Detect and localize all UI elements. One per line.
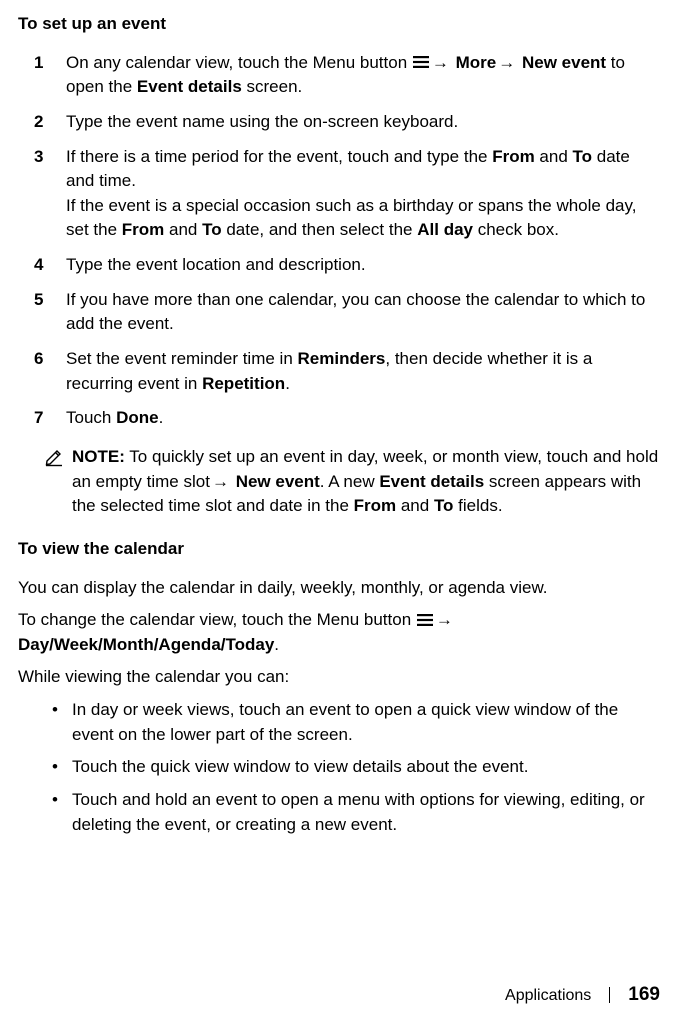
bold-more: More [456,53,497,72]
bold-done: Done [116,408,159,427]
step-text: . [159,408,164,427]
footer-separator [609,987,610,1003]
bold-from: From [354,496,397,515]
bold-view-options: Day/Week/Month/Agenda/Today [18,635,274,654]
paragraph: To change the calendar view, touch the M… [18,608,660,657]
arrow-icon: → [430,53,456,72]
step-5: 5 If you have more than one calendar, yo… [48,288,660,337]
step-2: 2 Type the event name using the on-scree… [48,110,660,135]
step-text: Type the event location and description. [66,255,366,274]
step-text: and [535,147,573,166]
page-container: To set up an event 1 On any calendar vie… [0,0,678,1027]
note-body: . A new [320,472,380,491]
bold-event-details: Event details [137,77,242,96]
arrow-icon: → [210,472,236,491]
steps-list: 1 On any calendar view, touch the Menu b… [18,51,660,431]
arrow-icon: → [496,53,522,72]
step-number: 4 [34,253,43,278]
paragraph: You can display the calendar in daily, w… [18,576,660,601]
step-number: 3 [34,145,43,170]
step-text: If there is a time period for the event,… [66,147,492,166]
pencil-note-icon [44,447,64,475]
bold-new-event: New event [236,472,320,491]
bold-from: From [122,220,165,239]
note-text: NOTE: To quickly set up an event in day,… [72,445,660,519]
bold-reminders: Reminders [298,349,386,368]
step-number: 1 [34,51,43,76]
bold-event-details: Event details [379,472,484,491]
bold-to: To [434,496,454,515]
note-body: fields. [453,496,502,515]
note-body: and [396,496,434,515]
step-number: 7 [34,406,43,431]
bold-to: To [202,220,222,239]
step-text: screen. [242,77,302,96]
step-text: date, and then select the [222,220,418,239]
step-text: If you have more than one calendar, you … [66,290,645,334]
step-4: 4 Type the event location and descriptio… [48,253,660,278]
list-item: Touch and hold an event to open a menu w… [52,788,660,837]
step-text: and [164,220,202,239]
note-block: NOTE: To quickly set up an event in day,… [44,445,660,519]
step-text: Type the event name using the on-screen … [66,112,458,131]
menu-icon [417,614,433,626]
heading-setup-event: To set up an event [18,12,660,37]
bold-all-day: All day [417,220,473,239]
step-text: check box. [473,220,559,239]
menu-icon [413,56,429,68]
step-number: 6 [34,347,43,372]
step-number: 5 [34,288,43,313]
step-1: 1 On any calendar view, touch the Menu b… [48,51,660,100]
bold-repetition: Repetition [202,374,285,393]
paragraph-text: To change the calendar view, touch the M… [18,610,416,629]
step-text: On any calendar view, touch the Menu but… [66,53,412,72]
bold-to: To [573,147,593,166]
arrow-icon: → [434,610,455,629]
bold-new-event: New event [522,53,606,72]
list-item: In day or week views, touch an event to … [52,698,660,747]
step-6: 6 Set the event reminder time in Reminde… [48,347,660,396]
list-item: Touch the quick view window to view deta… [52,755,660,780]
heading-view-calendar: To view the calendar [18,537,660,562]
footer-section: Applications [505,984,591,1007]
step-text: Touch [66,408,116,427]
step-7: 7 Touch Done. [48,406,660,431]
step-text: Set the event reminder time in [66,349,298,368]
page-footer: Applications 169 [505,981,660,1009]
bold-from: From [492,147,535,166]
note-label: NOTE: [72,447,125,466]
paragraph: While viewing the calendar you can: [18,665,660,690]
bullet-list: In day or week views, touch an event to … [18,698,660,837]
step-text: . [285,374,290,393]
step-3: 3 If there is a time period for the even… [48,145,660,244]
step-number: 2 [34,110,43,135]
footer-page-number: 169 [628,981,660,1009]
paragraph-text: . [274,635,279,654]
